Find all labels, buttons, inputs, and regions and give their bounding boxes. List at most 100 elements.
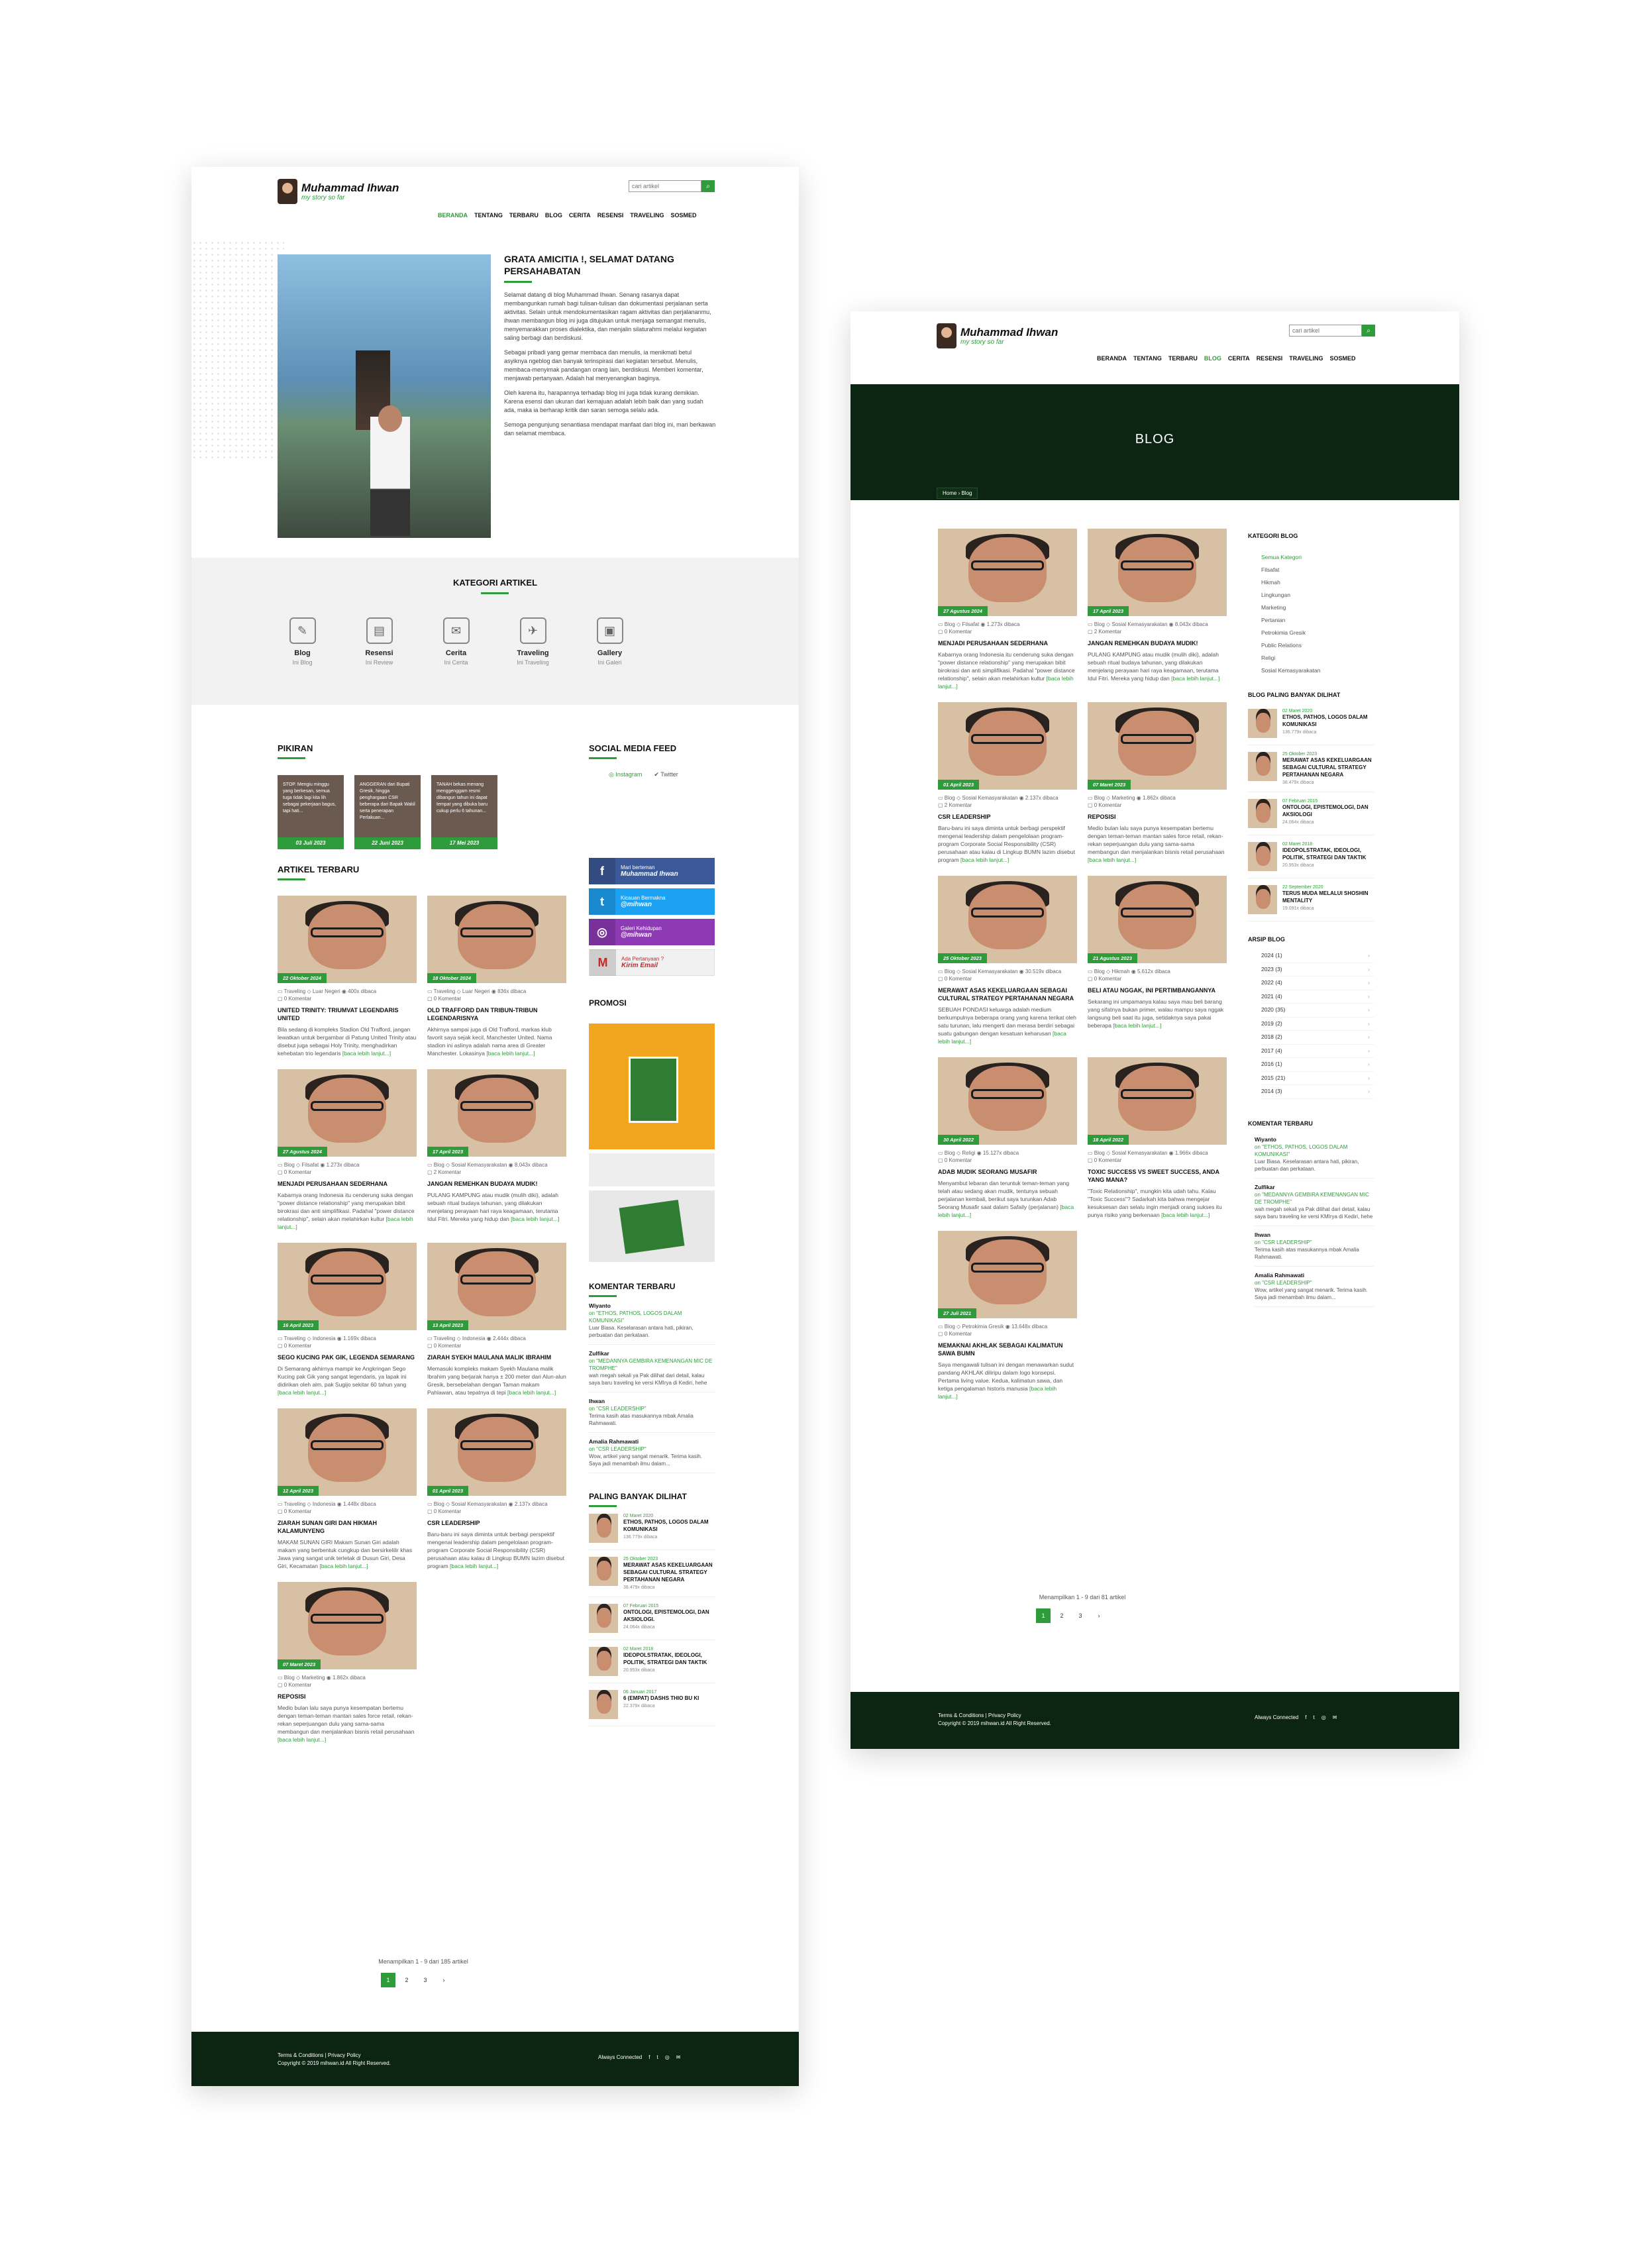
arsip-item[interactable]: 2018 (2) › [1261, 1031, 1374, 1045]
article-thumbnail[interactable]: 07 Maret 2023 [1088, 702, 1227, 790]
article-title[interactable]: REPOSISI [1088, 813, 1227, 821]
search-button[interactable]: ⌕ [1362, 325, 1375, 337]
article-comments[interactable]: 0 Komentar [945, 629, 972, 635]
article-subcategory[interactable]: Sosial Kemasyarakatan [1111, 1150, 1167, 1156]
popular-title[interactable]: 6 (EMPAT) DASHS THIO BU KI [623, 1695, 699, 1702]
article-card[interactable]: 01 April 2023 ▭ Blog ◇ Sosial Kemasyaraka… [427, 1408, 566, 1570]
page-button[interactable]: 1 [1036, 1608, 1051, 1623]
nav-item[interactable]: SOSMED [1330, 355, 1356, 362]
article-comments[interactable]: 0 Komentar [1094, 976, 1121, 982]
read-more-link[interactable]: [baca lebih lanjut...] [1171, 675, 1219, 682]
article-subcategory[interactable]: Sosial Kemasyarakatan [1111, 621, 1167, 627]
article-category[interactable]: Traveling [284, 988, 306, 994]
page-button[interactable]: 2 [1055, 1608, 1069, 1623]
article-card[interactable]: 18 April 2022 ▭ Blog ◇ Sosial Kemasyaraka… [1088, 1057, 1227, 1219]
popular-title[interactable]: ONTOLOGI, EPISTEMOLOGI, DAN AKSIOLOGI [1282, 804, 1374, 818]
article-category[interactable]: Blog [1094, 969, 1105, 974]
email-icon[interactable]: ✉ [1333, 1714, 1337, 1720]
article-subcategory[interactable]: Indonesia [462, 1336, 486, 1341]
nav-item[interactable]: BLOG [1204, 355, 1221, 362]
breadcrumb[interactable]: Home › Blog [937, 488, 978, 499]
article-comments[interactable]: 0 Komentar [945, 1157, 972, 1163]
popular-item[interactable]: 06 Januari 2017 6 (EMPAT) DASHS THIO BU K… [589, 1683, 715, 1726]
article-comments[interactable]: 2 Komentar [1094, 629, 1121, 635]
pikiran-card[interactable]: STOP. Mengiu minggu yang berkesan, semua… [278, 775, 344, 849]
popular-item[interactable]: 25 Oktober 2023 MERAWAT ASAS KEKELUARGAAN… [1248, 745, 1374, 792]
promo-books[interactable] [589, 1190, 715, 1262]
nav-item[interactable]: SOSMED [671, 212, 697, 219]
article-thumbnail[interactable]: 27 Agustus 2024 [938, 529, 1077, 616]
article-comments[interactable]: 0 Komentar [284, 1508, 311, 1514]
komentar-post-link[interactable]: on "CSR LEADERSHIP" [589, 1445, 715, 1453]
kategori-item[interactable]: ▣ Gallery Ini Galeri [585, 617, 635, 666]
nav-item[interactable]: RESENSI [1257, 355, 1283, 362]
article-thumbnail[interactable]: 07 Maret 2023 [278, 1582, 417, 1669]
page-button[interactable]: › [437, 1973, 451, 1987]
read-more-link[interactable]: [baca lebih lanjut...] [319, 1563, 368, 1569]
article-comments[interactable]: 2 Komentar [945, 802, 972, 808]
pikiran-card[interactable]: TANAH bekas menang menggenggam resmi dib… [431, 775, 497, 849]
article-comments[interactable]: 0 Komentar [434, 1343, 461, 1349]
kategori-blog-item[interactable]: Pertanian [1261, 614, 1374, 627]
email-icon[interactable]: ✉ [676, 2054, 681, 2060]
article-thumbnail[interactable]: 17 April 2023 [427, 1069, 566, 1157]
article-category[interactable]: Blog [284, 1675, 295, 1681]
article-category[interactable]: Blog [945, 621, 955, 627]
article-title[interactable]: JANGAN REMEHKAN BUDAYA MUDIK! [427, 1180, 566, 1188]
kategori-item[interactable]: ▤ Resensi Ini Review [354, 617, 404, 666]
nav-item[interactable]: CERITA [569, 212, 591, 219]
article-category[interactable]: Blog [434, 1162, 444, 1168]
article-title[interactable]: MENJADI PERUSAHAAN SEDERHANA [938, 639, 1077, 647]
article-card[interactable]: 17 April 2023 ▭ Blog ◇ Sosial Kemasyaraka… [427, 1069, 566, 1231]
kategori-blog-item[interactable]: Filsafat [1261, 564, 1374, 576]
article-thumbnail[interactable]: 18 Oktober 2024 [427, 896, 566, 983]
article-category[interactable]: Blog [945, 1150, 955, 1156]
komentar-post-link[interactable]: on "ETHOS, PATHOS, LOGOS DALAM KOMUNIKAS… [1255, 1143, 1374, 1158]
article-thumbnail[interactable]: 13 April 2023 [427, 1243, 566, 1330]
article-thumbnail[interactable]: 22 Oktober 2024 [278, 896, 417, 983]
arsip-item[interactable]: 2017 (4) › [1261, 1045, 1374, 1058]
instagram-icon[interactable]: ◎ [665, 2054, 670, 2060]
popular-title[interactable]: TERUS MUDA MELALUI SHOSHIN MENTALITY [1282, 890, 1374, 904]
article-thumbnail[interactable]: 27 Agustus 2024 [278, 1069, 417, 1157]
article-card[interactable]: 27 Agustus 2024 ▭ Blog ◇ Filsafat ◉ 1.273… [938, 529, 1077, 690]
article-title[interactable]: BELI ATAU NGGAK, INI PERTIMBANGANNYA [1088, 986, 1227, 994]
kategori-blog-item[interactable]: Hikmah [1261, 576, 1374, 589]
article-thumbnail[interactable]: 17 April 2023 [1088, 529, 1227, 616]
social-button[interactable]: M Ada Pertanyaan ? Kirim Email [589, 949, 715, 976]
article-title[interactable]: TOXIC SUCCESS VS SWEET SUCCESS, ANDA YAN… [1088, 1168, 1227, 1184]
nav-item[interactable]: TRAVELING [1289, 355, 1323, 362]
social-button[interactable]: ◎ Galeri Kehidupan @mihwan [589, 919, 715, 945]
kategori-blog-item[interactable]: Lingkungan [1261, 589, 1374, 602]
instagram-icon[interactable]: ◎ [1321, 1714, 1326, 1720]
arsip-item[interactable]: 2023 (3) › [1261, 963, 1374, 976]
article-comments[interactable]: 0 Komentar [945, 1331, 972, 1337]
article-subcategory[interactable]: Marketing [1111, 795, 1135, 801]
facebook-icon[interactable]: f [648, 2054, 650, 2060]
promo-banner[interactable] [589, 1023, 715, 1149]
article-card[interactable]: 21 Agustus 2023 ▭ Blog ◇ Hikmah ◉ 5.612x … [1088, 876, 1227, 1045]
article-card[interactable]: 16 April 2023 ▭ Traveling ◇ Indonesia ◉ 1… [278, 1243, 417, 1396]
article-thumbnail[interactable]: 21 Agustus 2023 [1088, 876, 1227, 963]
kategori-item[interactable]: ✈ Traveling Ini Traveling [508, 617, 558, 666]
article-title[interactable]: ZIARAH SYEKH MAULANA MALIK IBRAHIM [427, 1353, 566, 1361]
nav-item[interactable]: BLOG [545, 212, 562, 219]
article-category[interactable]: Traveling [434, 1336, 456, 1341]
article-subcategory[interactable]: Indonesia [313, 1336, 336, 1341]
article-card[interactable]: 07 Maret 2023 ▭ Blog ◇ Marketing ◉ 1.862x… [1088, 702, 1227, 864]
promo-strip[interactable] [589, 1153, 715, 1186]
article-subcategory[interactable]: Marketing [301, 1675, 325, 1681]
article-subcategory[interactable]: Sosial Kemasyarakatan [451, 1501, 507, 1507]
tab-twitter[interactable]: ✔ Twitter [654, 771, 678, 778]
article-title[interactable]: MENJADI PERUSAHAAN SEDERHANA [278, 1180, 417, 1188]
komentar-post-link[interactable]: on "MEDANNYA GEMBIRA KEMENANGAN MIC DE T… [589, 1357, 715, 1372]
kategori-item[interactable]: ✎ Blog Ini Blog [278, 617, 327, 666]
arsip-item[interactable]: 2016 (1) › [1261, 1058, 1374, 1072]
article-comments[interactable]: 2 Komentar [434, 1169, 461, 1175]
tab-instagram[interactable]: ◎ Instagram [609, 771, 642, 778]
read-more-link[interactable]: [baca lebih lanjut...] [486, 1050, 535, 1057]
article-title[interactable]: JANGAN REMEHKAN BUDAYA MUDIK! [1088, 639, 1227, 647]
article-card[interactable]: 22 Oktober 2024 ▭ Traveling ◇ Luar Negeri… [278, 896, 417, 1057]
article-comments[interactable]: 0 Komentar [284, 1343, 311, 1349]
arsip-item[interactable]: 2019 (2) › [1261, 1018, 1374, 1031]
